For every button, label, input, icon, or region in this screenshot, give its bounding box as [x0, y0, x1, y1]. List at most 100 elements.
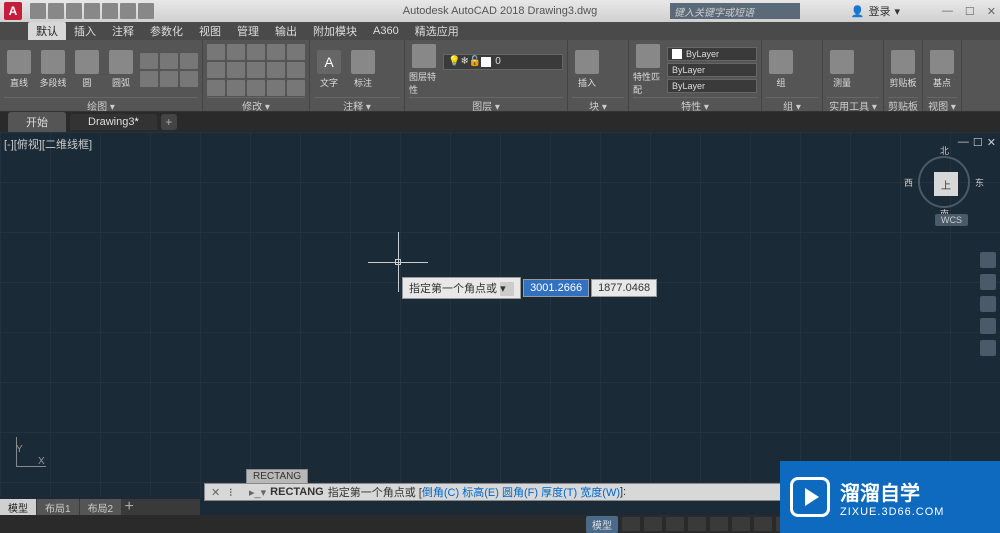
layouttab-model[interactable]: 模型 [0, 499, 36, 515]
calc-icon[interactable] [861, 55, 879, 69]
point-icon[interactable] [160, 71, 178, 87]
maximize-button[interactable]: ☐ [965, 5, 975, 18]
infocenter-search[interactable]: 键入关键字或短语 [670, 3, 800, 19]
tab-view[interactable]: 视图 [191, 22, 229, 40]
status-snap-icon[interactable] [644, 517, 662, 531]
move-icon[interactable] [207, 44, 225, 60]
group-button[interactable]: 组 [766, 50, 796, 89]
status-polar-icon[interactable] [688, 517, 706, 531]
panel-label[interactable]: 注释 ▾ [314, 97, 400, 111]
leader-icon[interactable] [382, 47, 400, 61]
orbit-icon[interactable] [980, 318, 996, 334]
edit-block-icon[interactable] [606, 63, 624, 77]
viewcube-east[interactable]: 东 [975, 176, 984, 189]
filetab-drawing3[interactable]: Drawing3* [70, 114, 157, 130]
layeriso-icon[interactable] [443, 72, 461, 86]
status-ortho-icon[interactable] [666, 517, 684, 531]
break-icon[interactable] [267, 80, 285, 96]
add-tab-button[interactable]: + [161, 114, 177, 130]
status-model-button[interactable]: 模型 [586, 516, 618, 533]
viewcube-north[interactable]: 北 [940, 144, 949, 157]
layer-dropdown[interactable]: 💡 ❄ 🔓 0 [443, 54, 563, 70]
cmd-opt-fillet[interactable]: 圆角(F) [502, 484, 538, 500]
explode-icon[interactable] [287, 44, 305, 60]
layerlock-icon[interactable] [503, 72, 521, 86]
viewcube-ring[interactable]: 上 [918, 156, 970, 208]
tab-default[interactable]: 默认 [28, 22, 66, 40]
app-logo[interactable]: A [4, 2, 22, 20]
qat-redo-icon[interactable] [138, 3, 154, 19]
region-icon[interactable] [180, 71, 198, 87]
vp-close-icon[interactable]: ✕ [987, 136, 996, 149]
panel-label[interactable]: 组 ▾ [766, 97, 818, 111]
status-grid-icon[interactable] [622, 517, 640, 531]
dimension-button[interactable]: 标注 [348, 50, 378, 89]
mtext-icon[interactable] [382, 79, 400, 93]
create-block-icon[interactable] [606, 47, 624, 61]
qat-open-icon[interactable] [48, 3, 64, 19]
spline-icon[interactable] [140, 71, 158, 87]
polyline-button[interactable]: 多段线 [38, 50, 68, 89]
wcs-badge[interactable]: WCS [935, 214, 968, 226]
insert-button[interactable]: 插入 [572, 50, 602, 89]
circle-button[interactable]: 圆 [72, 50, 102, 89]
color-dropdown[interactable]: ByLayer [667, 47, 757, 61]
basepoint-button[interactable]: 基点 [927, 50, 957, 89]
zoom-extents-icon[interactable] [980, 296, 996, 312]
hatch-icon[interactable] [180, 53, 198, 69]
matchprop-button[interactable]: 特性匹配 [633, 44, 663, 96]
viewcube[interactable]: 上 北 南 东 西 [918, 156, 970, 208]
panel-label[interactable]: 实用工具 ▾ [827, 97, 879, 111]
status-osnap-icon[interactable] [710, 517, 728, 531]
panel-label[interactable]: 修改 ▾ [207, 97, 305, 111]
arc-button[interactable]: 圆弧 [106, 50, 136, 89]
tab-manage[interactable]: 管理 [229, 22, 267, 40]
cmdline-close-icon[interactable]: ✕ [211, 486, 225, 499]
attr-icon[interactable] [606, 79, 624, 93]
steering-wheel-icon[interactable] [980, 252, 996, 268]
cmd-opt-width[interactable]: 宽度(W) [580, 484, 620, 500]
line-button[interactable]: 直线 [4, 50, 34, 89]
tab-a360[interactable]: A360 [365, 22, 407, 40]
status-lwt-icon[interactable] [754, 517, 772, 531]
panel-label[interactable]: 剪贴板 [888, 97, 918, 111]
dyn-coord-x[interactable]: 3001.2666 [523, 279, 589, 297]
qat-saveas-icon[interactable] [84, 3, 100, 19]
vp-maximize-icon[interactable]: ☐ [973, 136, 983, 149]
fillet-icon[interactable] [247, 62, 265, 78]
groupedit-icon[interactable] [800, 71, 818, 85]
vp-minimize-icon[interactable]: — [958, 136, 969, 149]
tab-annotate[interactable]: 注释 [104, 22, 142, 40]
lineweight-dropdown[interactable]: ByLayer [667, 63, 757, 77]
tab-output[interactable]: 输出 [267, 22, 305, 40]
scale-icon[interactable] [227, 80, 245, 96]
tab-insert[interactable]: 插入 [66, 22, 104, 40]
layeroff-icon[interactable] [463, 72, 481, 86]
cmd-opt-elevation[interactable]: 标高(E) [462, 484, 499, 500]
drawing-canvas[interactable]: [-][俯视][二维线框] — ☐ ✕ 上 北 南 东 西 WCS Y X [0, 132, 1000, 497]
trim-icon[interactable] [247, 44, 265, 60]
pan-icon[interactable] [980, 274, 996, 290]
qat-save-icon[interactable] [66, 3, 82, 19]
array-icon[interactable] [267, 62, 285, 78]
qat-plot-icon[interactable] [102, 3, 118, 19]
dyn-coord-y[interactable]: 1877.0468 [591, 279, 657, 297]
extend-icon[interactable] [247, 80, 265, 96]
linetype-dropdown[interactable]: ByLayer [667, 79, 757, 93]
qat-undo-icon[interactable] [120, 3, 136, 19]
viewport-label[interactable]: [-][俯视][二维线框] [4, 136, 92, 152]
text-button[interactable]: A文字 [314, 50, 344, 89]
viewcube-west[interactable]: 西 [904, 176, 913, 189]
panel-label[interactable]: 特性 ▾ [633, 97, 757, 111]
cmdline-handle-icon[interactable]: ⁝ [229, 486, 245, 499]
showmotion-icon[interactable] [980, 340, 996, 356]
panel-label[interactable]: 视图 ▾ [927, 97, 957, 111]
layouttab-layout2[interactable]: 布局2 [80, 499, 122, 515]
tab-parametric[interactable]: 参数化 [142, 22, 191, 40]
tab-addins[interactable]: 附加模块 [305, 22, 365, 40]
copy-icon[interactable] [207, 62, 225, 78]
minimize-button[interactable]: — [942, 5, 953, 18]
panel-label[interactable]: 绘图 ▾ [4, 97, 198, 111]
layerprops-button[interactable]: 图层特性 [409, 44, 439, 96]
user-menu[interactable]: 👤 登录 ▾ [851, 3, 900, 19]
